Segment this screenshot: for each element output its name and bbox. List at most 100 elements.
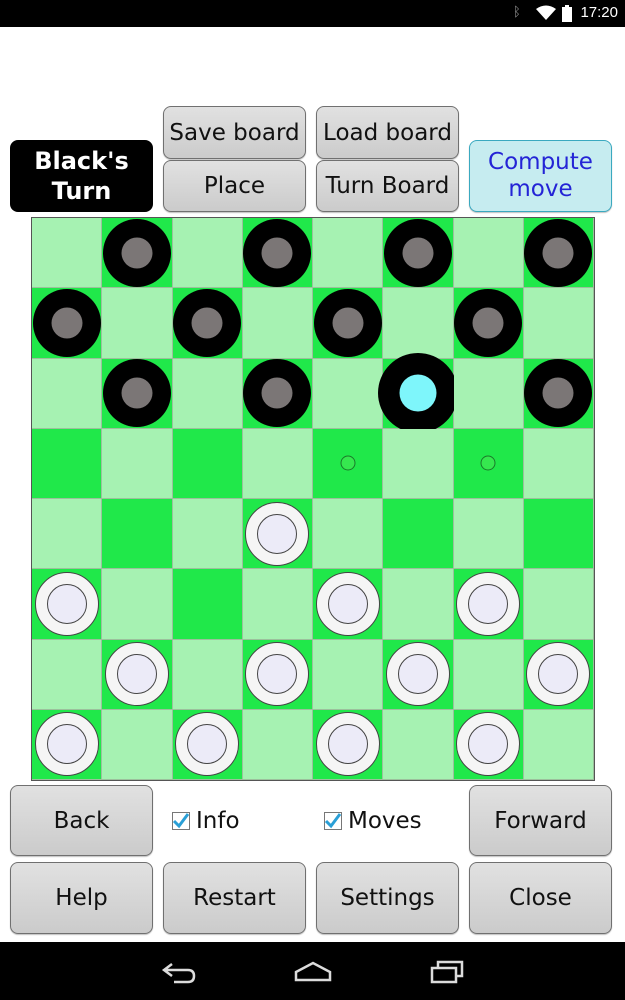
board-square[interactable] bbox=[453, 218, 524, 289]
board-square[interactable] bbox=[32, 218, 103, 289]
board-square[interactable] bbox=[102, 288, 173, 359]
board-square[interactable] bbox=[242, 569, 313, 640]
black-piece[interactable] bbox=[32, 288, 101, 357]
board-square[interactable] bbox=[383, 288, 454, 359]
board-square[interactable] bbox=[383, 709, 454, 780]
board-square[interactable] bbox=[453, 639, 524, 710]
turn-board-button[interactable]: Turn Board bbox=[316, 160, 459, 212]
board-square[interactable] bbox=[313, 218, 384, 289]
board-square[interactable] bbox=[242, 709, 313, 780]
board-square[interactable] bbox=[32, 709, 103, 780]
board-square[interactable] bbox=[102, 218, 173, 289]
info-checkbox[interactable]: Info bbox=[172, 808, 240, 834]
white-piece[interactable] bbox=[245, 642, 310, 707]
black-piece[interactable] bbox=[454, 288, 523, 357]
back-nav-icon[interactable] bbox=[160, 960, 198, 984]
black-piece[interactable] bbox=[102, 218, 171, 287]
black-piece[interactable] bbox=[313, 288, 382, 357]
white-piece[interactable] bbox=[456, 712, 521, 777]
white-piece[interactable] bbox=[34, 712, 99, 777]
board-square[interactable] bbox=[32, 499, 103, 570]
white-piece[interactable] bbox=[385, 642, 450, 707]
board-square[interactable] bbox=[453, 358, 524, 429]
board-square[interactable] bbox=[383, 639, 454, 710]
place-button[interactable]: Place bbox=[163, 160, 306, 212]
board-square[interactable] bbox=[313, 288, 384, 359]
board-square[interactable] bbox=[242, 428, 313, 499]
board-square[interactable] bbox=[32, 428, 103, 499]
black-piece[interactable] bbox=[243, 218, 312, 287]
settings-button[interactable]: Settings bbox=[316, 862, 459, 934]
board-square[interactable] bbox=[102, 569, 173, 640]
board-square[interactable] bbox=[523, 569, 594, 640]
board-square[interactable] bbox=[313, 569, 384, 640]
white-piece[interactable] bbox=[34, 571, 99, 636]
board-square[interactable] bbox=[523, 288, 594, 359]
board-square[interactable] bbox=[102, 639, 173, 710]
black-piece[interactable] bbox=[173, 288, 242, 357]
board-square[interactable] bbox=[523, 428, 594, 499]
board-square[interactable] bbox=[313, 709, 384, 780]
board-square[interactable] bbox=[102, 358, 173, 429]
black-piece[interactable] bbox=[524, 359, 593, 428]
board-square[interactable] bbox=[523, 709, 594, 780]
compute-move-button[interactable]: Compute move bbox=[469, 140, 612, 212]
load-board-button[interactable]: Load board bbox=[316, 106, 459, 159]
forward-button[interactable]: Forward bbox=[469, 785, 612, 856]
white-piece[interactable] bbox=[315, 571, 380, 636]
board-square[interactable] bbox=[172, 218, 243, 289]
board-square[interactable] bbox=[453, 428, 524, 499]
board-square[interactable] bbox=[523, 358, 594, 429]
board-square[interactable] bbox=[172, 288, 243, 359]
board-square[interactable] bbox=[523, 218, 594, 289]
save-board-button[interactable]: Save board bbox=[163, 106, 306, 159]
board-square[interactable] bbox=[383, 428, 454, 499]
board-square[interactable] bbox=[242, 218, 313, 289]
board-square[interactable] bbox=[383, 569, 454, 640]
moves-checkbox[interactable]: Moves bbox=[324, 808, 422, 834]
board-square[interactable] bbox=[453, 288, 524, 359]
white-piece[interactable] bbox=[456, 571, 521, 636]
board-square[interactable] bbox=[102, 428, 173, 499]
restart-button[interactable]: Restart bbox=[163, 862, 306, 934]
white-piece[interactable] bbox=[526, 642, 591, 707]
black-piece[interactable] bbox=[102, 359, 171, 428]
board-square[interactable] bbox=[242, 358, 313, 429]
board-square[interactable] bbox=[102, 709, 173, 780]
help-button[interactable]: Help bbox=[10, 862, 153, 934]
board-square[interactable] bbox=[453, 569, 524, 640]
board-square[interactable] bbox=[32, 639, 103, 710]
close-button[interactable]: Close bbox=[469, 862, 612, 934]
selected-black-piece[interactable] bbox=[377, 353, 458, 434]
board-square[interactable] bbox=[172, 499, 243, 570]
white-piece[interactable] bbox=[245, 501, 310, 566]
board-square[interactable] bbox=[242, 499, 313, 570]
board-square[interactable] bbox=[242, 288, 313, 359]
board-square[interactable] bbox=[453, 499, 524, 570]
board-square[interactable] bbox=[313, 428, 384, 499]
board-square[interactable] bbox=[32, 358, 103, 429]
board-square[interactable] bbox=[313, 639, 384, 710]
board-square[interactable] bbox=[172, 639, 243, 710]
board-square[interactable] bbox=[32, 288, 103, 359]
board-square[interactable] bbox=[313, 358, 384, 429]
board-square[interactable] bbox=[172, 428, 243, 499]
recents-nav-icon[interactable] bbox=[428, 960, 466, 984]
board-square[interactable] bbox=[383, 218, 454, 289]
board-square[interactable] bbox=[377, 353, 458, 434]
board-square[interactable] bbox=[242, 639, 313, 710]
black-piece[interactable] bbox=[243, 359, 312, 428]
black-piece[interactable] bbox=[383, 218, 452, 287]
board-square[interactable] bbox=[172, 569, 243, 640]
board-square[interactable] bbox=[313, 499, 384, 570]
black-piece[interactable] bbox=[524, 218, 593, 287]
board-square[interactable] bbox=[172, 358, 243, 429]
white-piece[interactable] bbox=[315, 712, 380, 777]
board-square[interactable] bbox=[32, 569, 103, 640]
move-hint-marker[interactable] bbox=[340, 455, 356, 471]
board-square[interactable] bbox=[453, 709, 524, 780]
white-piece[interactable] bbox=[104, 642, 169, 707]
board-square[interactable] bbox=[102, 499, 173, 570]
move-hint-marker[interactable] bbox=[480, 455, 496, 471]
board-square[interactable] bbox=[523, 499, 594, 570]
